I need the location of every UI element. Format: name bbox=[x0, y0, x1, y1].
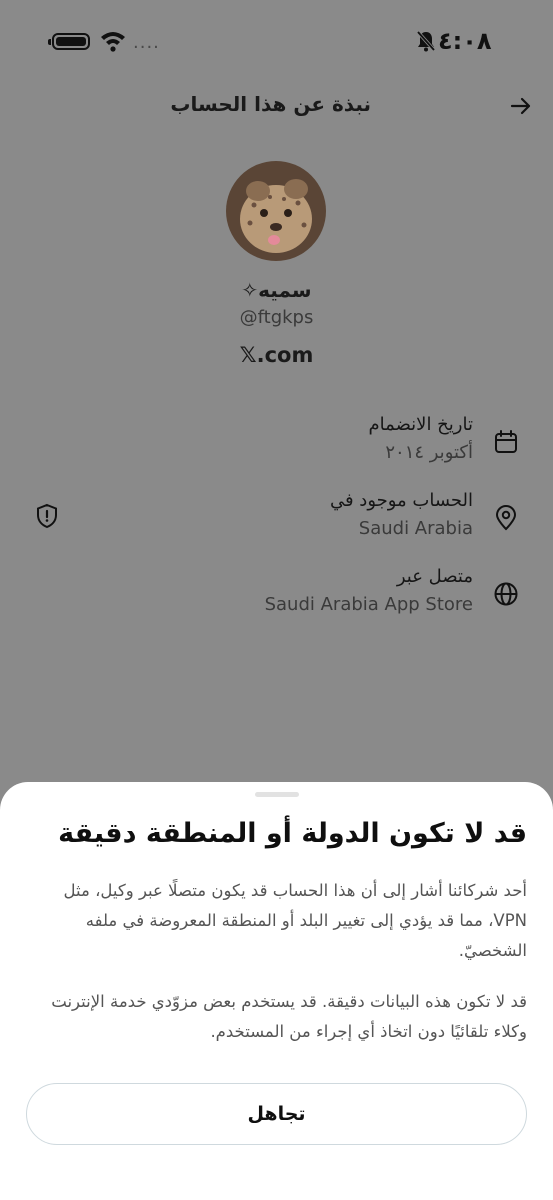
avatar[interactable] bbox=[226, 161, 326, 261]
status-clock: ٤:٠٨ bbox=[438, 27, 492, 55]
sheet-paragraph-1: أحد شركائنا أشار إلى أن هذا الحساب قد يك… bbox=[63, 881, 527, 960]
domain-label: 𝕏.com bbox=[239, 343, 314, 367]
sheet-paragraph-2: قد لا تكون هذه البيانات دقيقة. قد يستخدم… bbox=[51, 992, 527, 1041]
user-handle: @ftgkps bbox=[239, 307, 314, 328]
connected-value: Saudi Arabia App Store bbox=[264, 594, 473, 615]
connected-label: متصل عبر bbox=[396, 566, 473, 587]
bell-muted-icon bbox=[416, 30, 436, 52]
status-bar: .... ٤:٠٨ bbox=[0, 0, 553, 84]
joined-label: تاريخ الانضمام bbox=[368, 414, 473, 435]
display-name: سميه✧ bbox=[241, 278, 312, 302]
page-title: نبذة عن هذا الحساب bbox=[170, 92, 371, 116]
bottom-sheet: قد لا تكون الدولة أو المنطقة دقيقة أحد ش… bbox=[0, 782, 553, 1200]
sheet-title: قد لا تكون الدولة أو المنطقة دقيقة bbox=[58, 818, 527, 849]
arrow-right-icon[interactable] bbox=[509, 94, 533, 118]
sheet-grabber[interactable] bbox=[255, 792, 299, 797]
wifi-icon bbox=[101, 32, 125, 52]
info-row-joined: تاريخ الانضمام أكتوبر ٢٠١٤ bbox=[0, 414, 553, 470]
location-label: الحساب موجود في bbox=[329, 490, 473, 511]
globe-icon bbox=[494, 582, 518, 606]
dismiss-button[interactable]: تجاهل bbox=[26, 1083, 527, 1145]
location-pin-icon bbox=[495, 505, 517, 531]
about-account-screen: .... ٤:٠٨ نبذة عن هذا الحساب سميه✧ @ftgk… bbox=[0, 0, 553, 1200]
location-value: Saudi Arabia bbox=[358, 518, 473, 539]
info-row-connected: متصل عبر Saudi Arabia App Store bbox=[0, 566, 553, 622]
battery-icon bbox=[48, 33, 90, 50]
calendar-icon bbox=[495, 430, 517, 453]
joined-value: أكتوبر ٢٠١٤ bbox=[385, 442, 473, 463]
info-row-location: الحساب موجود في Saudi Arabia bbox=[0, 490, 553, 546]
signal-dots: .... bbox=[133, 32, 160, 53]
shield-icon[interactable] bbox=[34, 503, 60, 529]
dismiss-button-label: تجاهل bbox=[247, 1103, 306, 1125]
header: نبذة عن هذا الحساب bbox=[0, 84, 553, 128]
